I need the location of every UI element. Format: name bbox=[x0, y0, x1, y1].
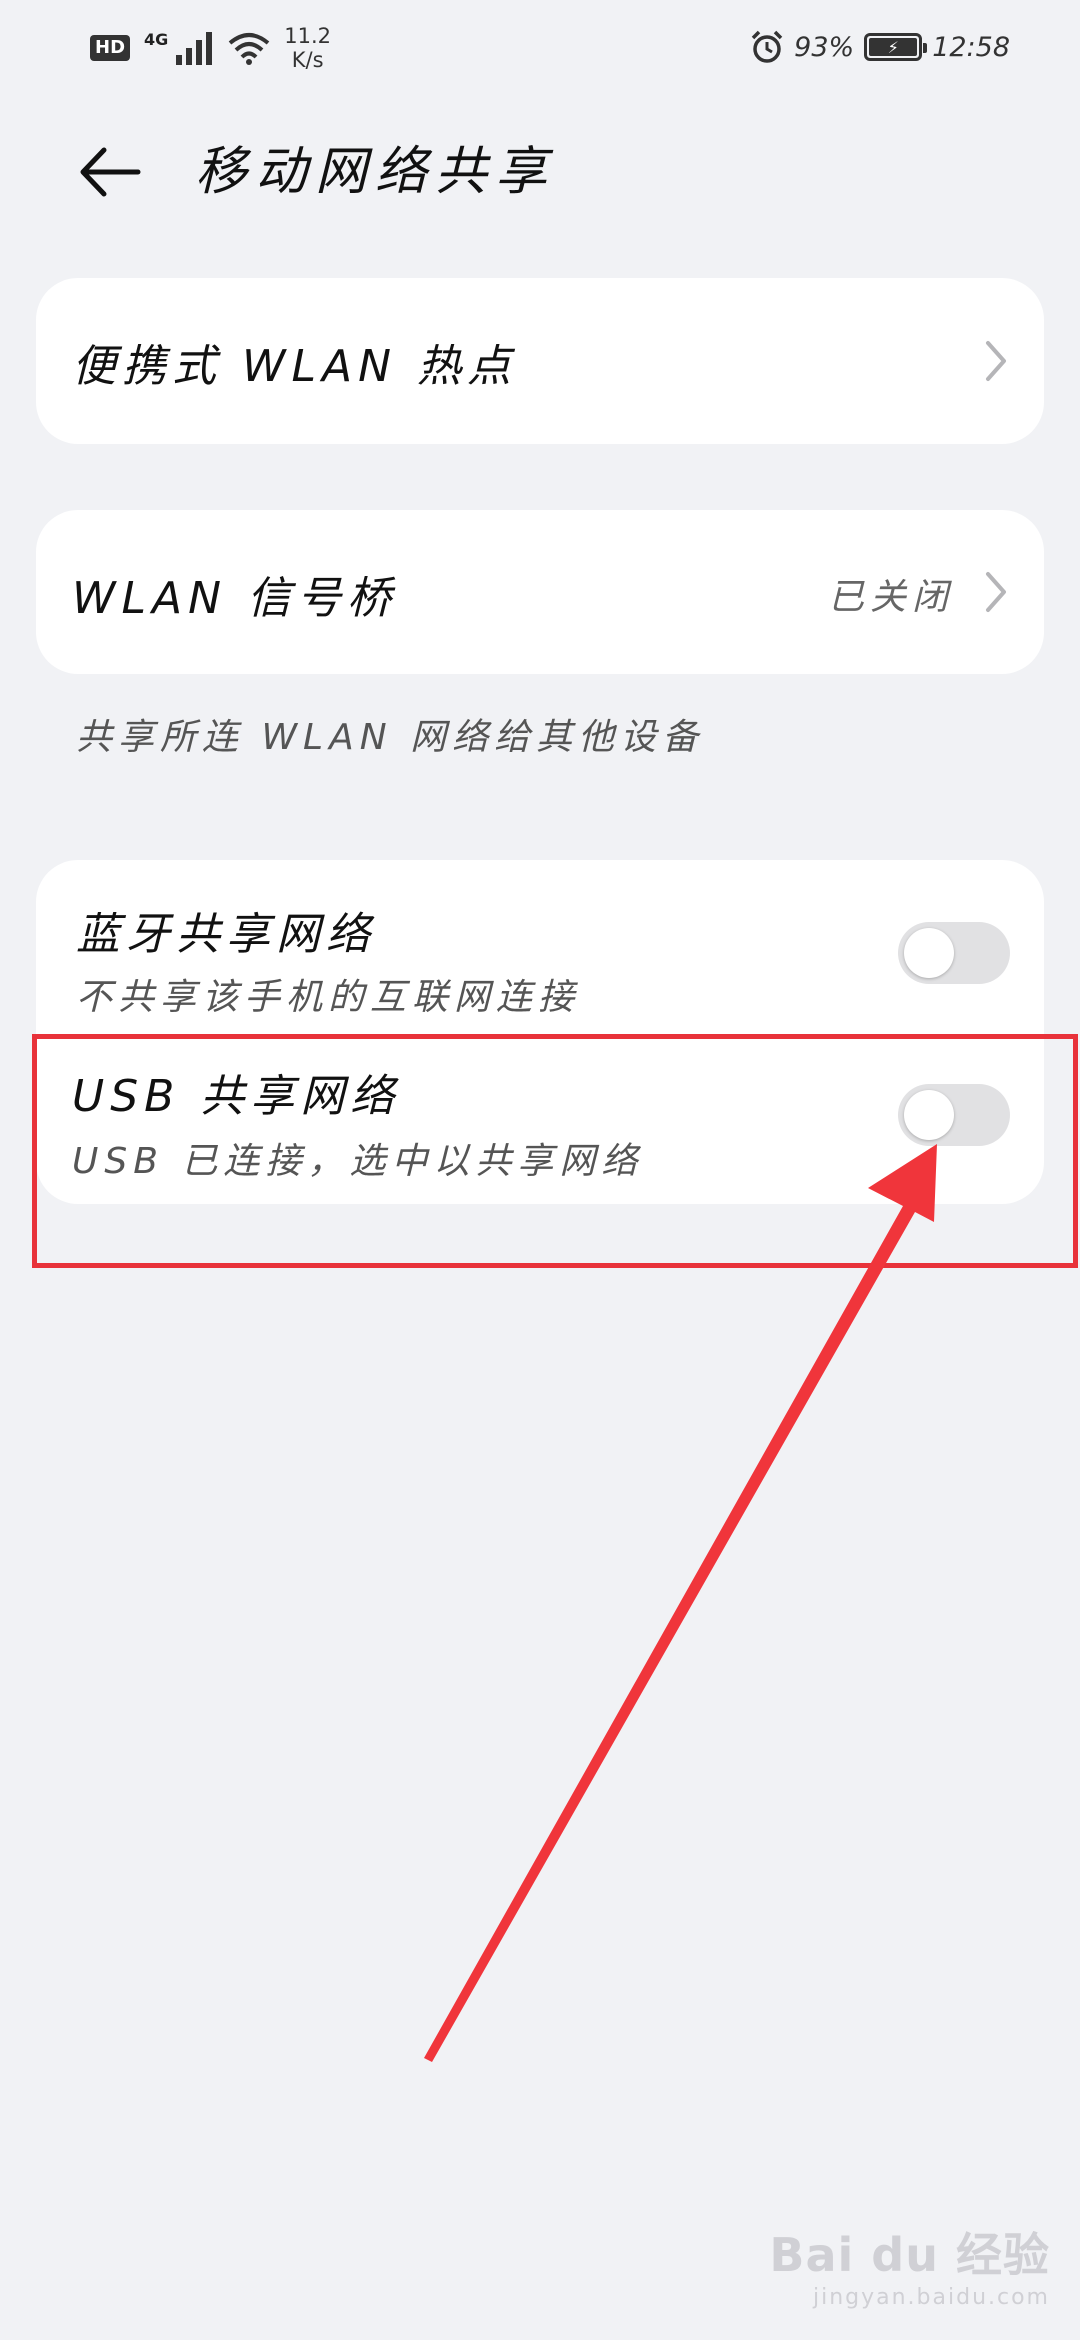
annotation-highlight-box bbox=[32, 1034, 1078, 1268]
wifi-icon bbox=[228, 33, 270, 65]
chevron-right-icon bbox=[986, 572, 1006, 612]
status-left: HD 4G 11.2 K/s bbox=[90, 18, 331, 78]
network-speed: 11.2 K/s bbox=[284, 24, 331, 72]
hotspot-card[interactable]: 便携式 WLAN 热点 bbox=[36, 278, 1044, 444]
bridge-status: 已关闭 bbox=[828, 577, 955, 618]
toggle-knob bbox=[904, 928, 954, 978]
clock: 12:58 bbox=[932, 31, 1010, 63]
status-bar: HD 4G 11.2 K/s 93% ⚡ 12:58 bbox=[0, 0, 1080, 90]
watermark-url: jingyan.baidu.com bbox=[812, 2285, 1050, 2310]
battery-icon: ⚡ bbox=[864, 33, 928, 61]
battery-percent: 93% bbox=[794, 31, 855, 63]
hd-badge: HD bbox=[90, 35, 131, 61]
page-title: 移动网络共享 bbox=[195, 142, 556, 202]
chevron-right-icon bbox=[986, 341, 1006, 381]
speed-value: 11.2 bbox=[284, 24, 332, 48]
signal-icon bbox=[176, 32, 213, 65]
alarm-icon bbox=[751, 30, 783, 63]
bluetooth-tether-toggle[interactable] bbox=[898, 922, 1010, 984]
watermark-brand: Bai du 经验 bbox=[769, 2228, 1050, 2282]
bridge-description: 共享所连 WLAN 网络给其他设备 bbox=[76, 717, 705, 758]
bluetooth-tether-label: 蓝牙共享网络 bbox=[76, 909, 376, 960]
bluetooth-tether-row[interactable]: 蓝牙共享网络 不共享该手机的互联网连接 bbox=[36, 860, 1044, 1030]
network-type: 4G bbox=[144, 29, 169, 49]
status-right: 93% ⚡ 12:58 bbox=[750, 22, 1010, 72]
back-button[interactable] bbox=[70, 132, 150, 212]
bluetooth-tether-subtitle: 不共享该手机的互联网连接 bbox=[76, 977, 581, 1018]
hotspot-label: 便携式 WLAN 热点 bbox=[72, 341, 518, 392]
watermark: Bai du 经验 jingyan.baidu.com bbox=[769, 2219, 1050, 2310]
speed-unit: K/s bbox=[291, 48, 324, 72]
bridge-label: WLAN 信号桥 bbox=[72, 573, 398, 624]
bridge-card[interactable]: WLAN 信号桥 已关闭 bbox=[36, 510, 1044, 674]
back-arrow-icon bbox=[80, 147, 141, 197]
